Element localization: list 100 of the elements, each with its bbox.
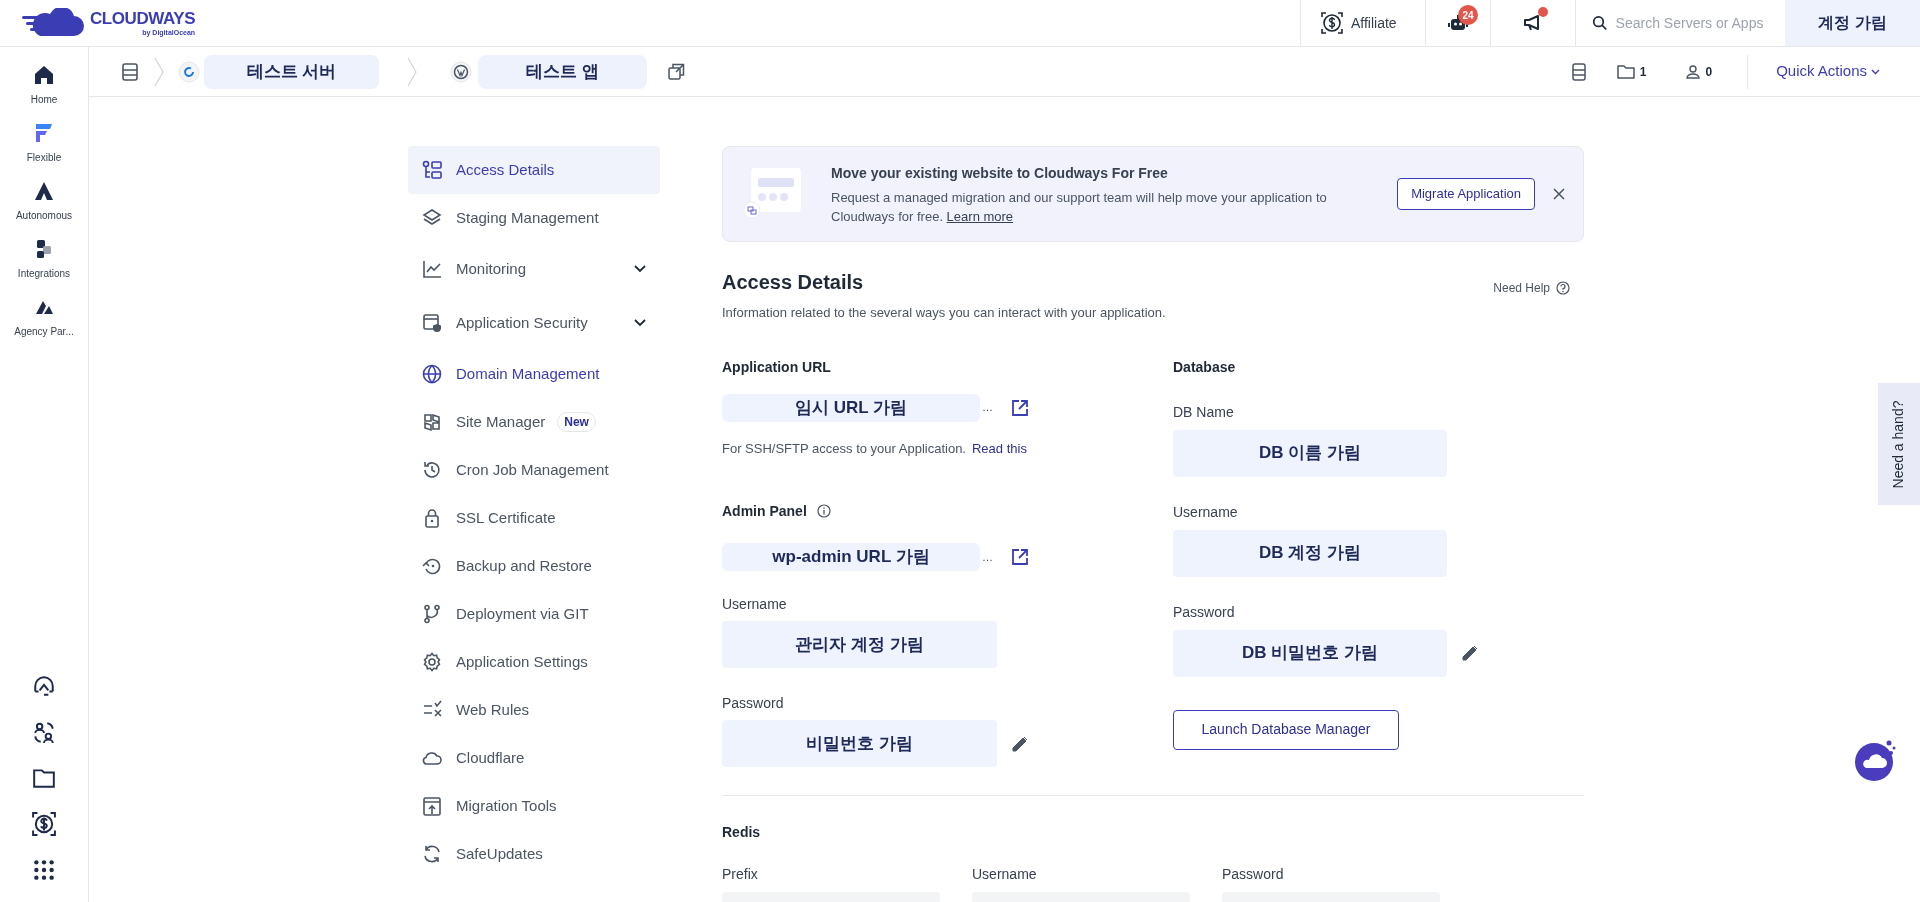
sidebar-item[interactable]: Autonomous <box>15 208 73 223</box>
value-field[interactable]: DB 이름 가림 <box>1173 429 1447 477</box>
migrate-application-button[interactable]: Migrate Application <box>1397 178 1535 210</box>
redis-heading: Redis <box>722 823 762 842</box>
url-ellipsis: … <box>982 549 993 565</box>
section-description: Information related to the several ways you can interact with your application. <box>722 304 1167 322</box>
field-label: Password <box>1222 865 1285 883</box>
nav-item[interactable]: SSL Certificate <box>408 494 660 542</box>
nav-item[interactable]: Cloudflare <box>408 734 660 782</box>
field-label: Prefix <box>722 865 759 883</box>
gear-icon <box>422 652 442 672</box>
nav-item[interactable]: Deployment via GIT <box>408 590 660 638</box>
read-this-link[interactable]: Read this <box>972 438 1027 458</box>
close-icon[interactable] <box>1553 188 1565 200</box>
field-label: DB Name <box>1173 402 1235 421</box>
nav-item[interactable]: Web Rules <box>408 686 660 734</box>
field-heading: Application URL <box>722 357 832 376</box>
search-icon <box>1592 14 1608 32</box>
url-ellipsis: … <box>982 400 993 416</box>
search-field[interactable]: Search Servers or Apps <box>1615 12 1769 34</box>
need-help-link[interactable]: Need Help <box>1493 279 1570 297</box>
chevron-down-icon <box>634 319 646 327</box>
dollar-icon <box>1321 12 1343 34</box>
value-field[interactable]: DB 계정 가림 <box>1173 529 1447 577</box>
chevron-down-icon <box>1871 68 1880 75</box>
copy-icon[interactable] <box>668 63 685 80</box>
notification-badge: 24 <box>1458 5 1478 25</box>
pencil-icon[interactable] <box>1461 644 1479 662</box>
value-field[interactable]: DB 비밀번호 가림 <box>1173 629 1447 677</box>
sidebar-item[interactable]: Flexible <box>26 150 62 165</box>
info-icon[interactable] <box>816 504 831 518</box>
launch-database-manager-button[interactable]: Launch Database Manager <box>1173 709 1399 750</box>
folder-icon[interactable] <box>32 766 56 790</box>
history-icon <box>422 460 442 480</box>
quick-actions-button[interactable]: Quick Actions <box>1776 60 1880 83</box>
url-field[interactable]: wp-admin URL 가림 <box>722 543 980 571</box>
nav-item[interactable]: Domain Management <box>408 350 660 398</box>
field-label: Username <box>1173 502 1239 521</box>
nav-item[interactable]: Backup and Restore <box>408 542 660 590</box>
access-details-icon <box>422 160 442 180</box>
app-breadcrumb[interactable]: 테스트 앱 <box>478 54 647 89</box>
support-icon[interactable] <box>32 674 56 698</box>
banner-text: Request a managed migration and our support team will help move your application to Cloudways for free. Learn more <box>831 188 1328 226</box>
field-heading: Admin Panel <box>722 502 807 520</box>
chevron-down-icon <box>634 265 646 273</box>
chevron-separator-icon <box>154 56 164 87</box>
shield-window-icon <box>422 313 442 333</box>
account-menu[interactable]: 계정 가림 <box>1785 0 1920 46</box>
dollar-icon[interactable] <box>32 812 56 836</box>
field-heading: Database <box>1173 357 1237 376</box>
server-breadcrumb[interactable]: 테스트 서버 <box>204 54 379 89</box>
lock-icon <box>422 508 442 528</box>
flexible-icon[interactable] <box>33 122 55 144</box>
value-field[interactable]: 관리자 계정 가림 <box>722 621 997 668</box>
apps-grid-icon[interactable] <box>32 858 56 882</box>
external-link-icon[interactable] <box>1011 548 1029 566</box>
git-branch-icon <box>422 604 442 624</box>
learn-more-link[interactable]: Learn more <box>946 208 1014 224</box>
sidebar-item[interactable]: Home <box>30 92 58 107</box>
nav-item[interactable]: Cron Job Management <box>408 446 660 494</box>
bot-button[interactable]: 24 <box>1425 0 1490 46</box>
affiliate-link[interactable]: Affiliate <box>1300 0 1425 46</box>
nav-item[interactable]: Staging Management <box>408 194 660 242</box>
ssh-note: For SSH/SFTP access to your Application. <box>722 439 966 458</box>
refresh-icon <box>422 844 442 864</box>
home-icon[interactable] <box>33 64 55 86</box>
user-icon <box>1686 64 1701 79</box>
nav-item[interactable]: Application Security <box>408 296 660 350</box>
member-count: 0 <box>1705 63 1713 81</box>
nav-item[interactable]: Application Settings <box>408 638 660 686</box>
nav-item[interactable]: SafeUpdates <box>408 830 660 878</box>
sidebar-item[interactable]: Integrations <box>17 266 71 281</box>
external-link-icon[interactable] <box>1011 398 1029 417</box>
field-label: Password <box>1173 602 1236 621</box>
chart-icon <box>422 259 442 279</box>
folder-icon <box>1616 64 1635 79</box>
restore-icon <box>422 556 442 576</box>
sidebar-item[interactable]: Agency Par... <box>14 324 74 339</box>
need-a-hand-tab[interactable]: Need a hand? <box>1878 383 1920 505</box>
nav-item[interactable]: Migration Tools <box>408 782 660 830</box>
server-list-icon[interactable] <box>122 62 138 81</box>
autonomous-icon[interactable] <box>33 180 55 202</box>
field-label: Username <box>972 865 1038 883</box>
field-label: Username <box>722 595 788 613</box>
nav-item[interactable]: Access Details <box>408 146 660 194</box>
url-field[interactable]: 임시 URL 가림 <box>722 393 980 422</box>
pencil-icon[interactable] <box>1011 734 1029 753</box>
field-label: Password <box>722 694 785 712</box>
chevron-separator-icon <box>407 56 417 87</box>
nav-item[interactable]: Monitoring <box>408 242 660 296</box>
chat-icon[interactable] <box>1854 738 1898 782</box>
help-icon <box>1556 281 1570 295</box>
layers-icon <box>422 208 442 228</box>
server-list-icon[interactable] <box>1571 62 1586 81</box>
value-field[interactable]: 비밀번호 가림 <box>722 720 997 767</box>
users-swap-icon[interactable] <box>32 720 56 744</box>
wordpress-icon <box>450 60 472 83</box>
nav-item[interactable]: Site Manager New <box>408 398 660 446</box>
folder-count: 1 <box>1639 63 1647 81</box>
banner-title: Move your existing website to Cloudways For Free <box>831 163 1169 183</box>
